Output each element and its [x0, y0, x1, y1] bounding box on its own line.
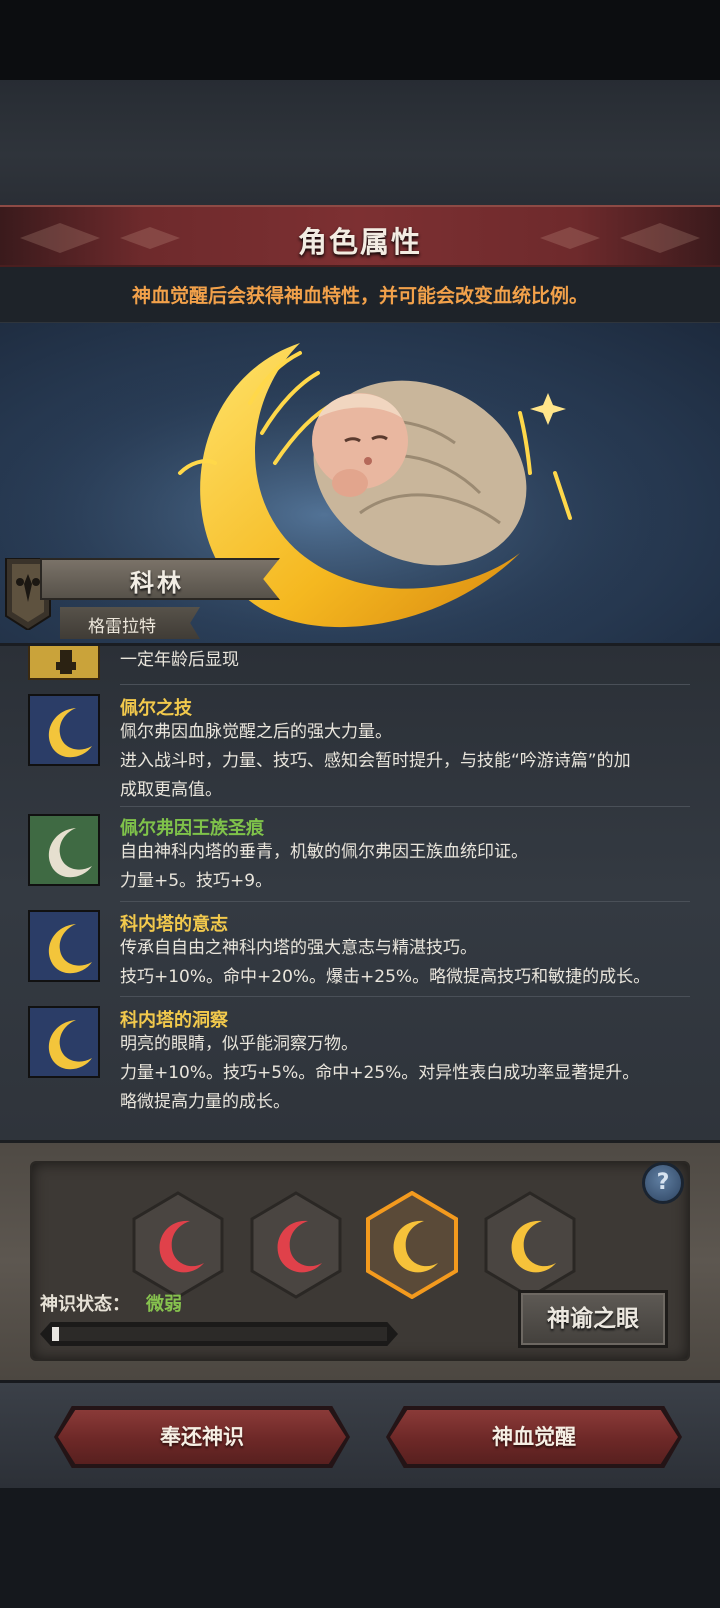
trait-description: 技巧+10%。命中+20%。爆击+25%。略微提高技巧和敏捷的成长。 [120, 967, 651, 987]
info-strip: 神血觉醒后会获得神血特性，并可能会改变血统比例。 [0, 267, 720, 323]
trait-description: 自由神科内塔的垂青，机敏的佩尔弗因王族血统印证。 [120, 842, 528, 862]
red-crescent-icon[interactable] [248, 1191, 344, 1299]
red-crescent-icon[interactable] [130, 1191, 226, 1299]
silver-crescent-icon [28, 814, 100, 886]
divider [120, 684, 690, 685]
header-background [0, 80, 720, 205]
character-lineage: 格雷拉特 [88, 617, 156, 637]
divider [120, 901, 690, 902]
trait-description: 力量+10%。技巧+5%。命中+25%。对异性表白成功率显著提升。 [120, 1063, 640, 1083]
oracle-eye-button[interactable]: 神谕之眼 [518, 1290, 668, 1348]
divine-sense-state-value: 微弱 [146, 1294, 182, 1315]
trait-description: 略微提高力量的成长。 [120, 1092, 290, 1112]
traits-list[interactable]: 一定年龄后显现 佩尔之技 佩尔弗因血脉觉醒之后的强大力量。 进入战斗时，力量、技… [0, 643, 720, 1140]
divine-blood-awaken-button[interactable]: 神血觉醒 [390, 1410, 678, 1464]
divider [120, 806, 690, 807]
title-banner: 角色属性 [0, 205, 720, 267]
divine-sense-progress-fill [52, 1327, 59, 1341]
bottom-background [0, 1488, 720, 1608]
help-button[interactable]: ? [642, 1162, 684, 1204]
character-name: 科林 [130, 569, 184, 597]
status-bar-area [0, 0, 720, 80]
gold-crescent-icon[interactable] [364, 1191, 460, 1299]
trait-description: 佩尔弗因血脉觉醒之后的强大力量。 [120, 722, 392, 742]
trait-description: 一定年龄后显现 [120, 650, 239, 670]
crescent-moon-icon [28, 694, 100, 766]
trait-name: 科内塔的意志 [120, 914, 228, 935]
crescent-moon-icon [28, 1006, 100, 1078]
locked-trait-icon [28, 646, 100, 680]
trait-description: 明亮的眼睛，似乎能洞察万物。 [120, 1034, 358, 1054]
trait-name: 科内塔的洞察 [120, 1010, 228, 1031]
awakening-info-text: 神血觉醒后会获得神血特性，并可能会改变血统比例。 [131, 285, 588, 307]
trait-name: 佩尔之技 [120, 698, 192, 719]
gold-crescent-icon[interactable] [482, 1191, 578, 1299]
crescent-moon-icon [28, 910, 100, 982]
trait-description: 传承自自由之神科内塔的强大意志与精湛技巧。 [120, 938, 477, 958]
divider [120, 996, 690, 997]
return-divine-sense-button[interactable]: 奉还神识 [58, 1410, 346, 1464]
trait-description: 进入战斗时，力量、技巧、感知会暂时提升，与技能“吟游诗篇”的加 [120, 751, 631, 771]
divine-sense-state-label: 神识状态： [40, 1294, 130, 1315]
divine-sense-progress-bg [52, 1327, 387, 1341]
trait-description: 力量+5。技巧+9。 [120, 871, 273, 891]
trait-name: 佩尔弗因王族圣痕 [120, 818, 264, 839]
trait-description: 成取更高值。 [120, 780, 222, 800]
page-title: 角色属性 [297, 225, 422, 259]
